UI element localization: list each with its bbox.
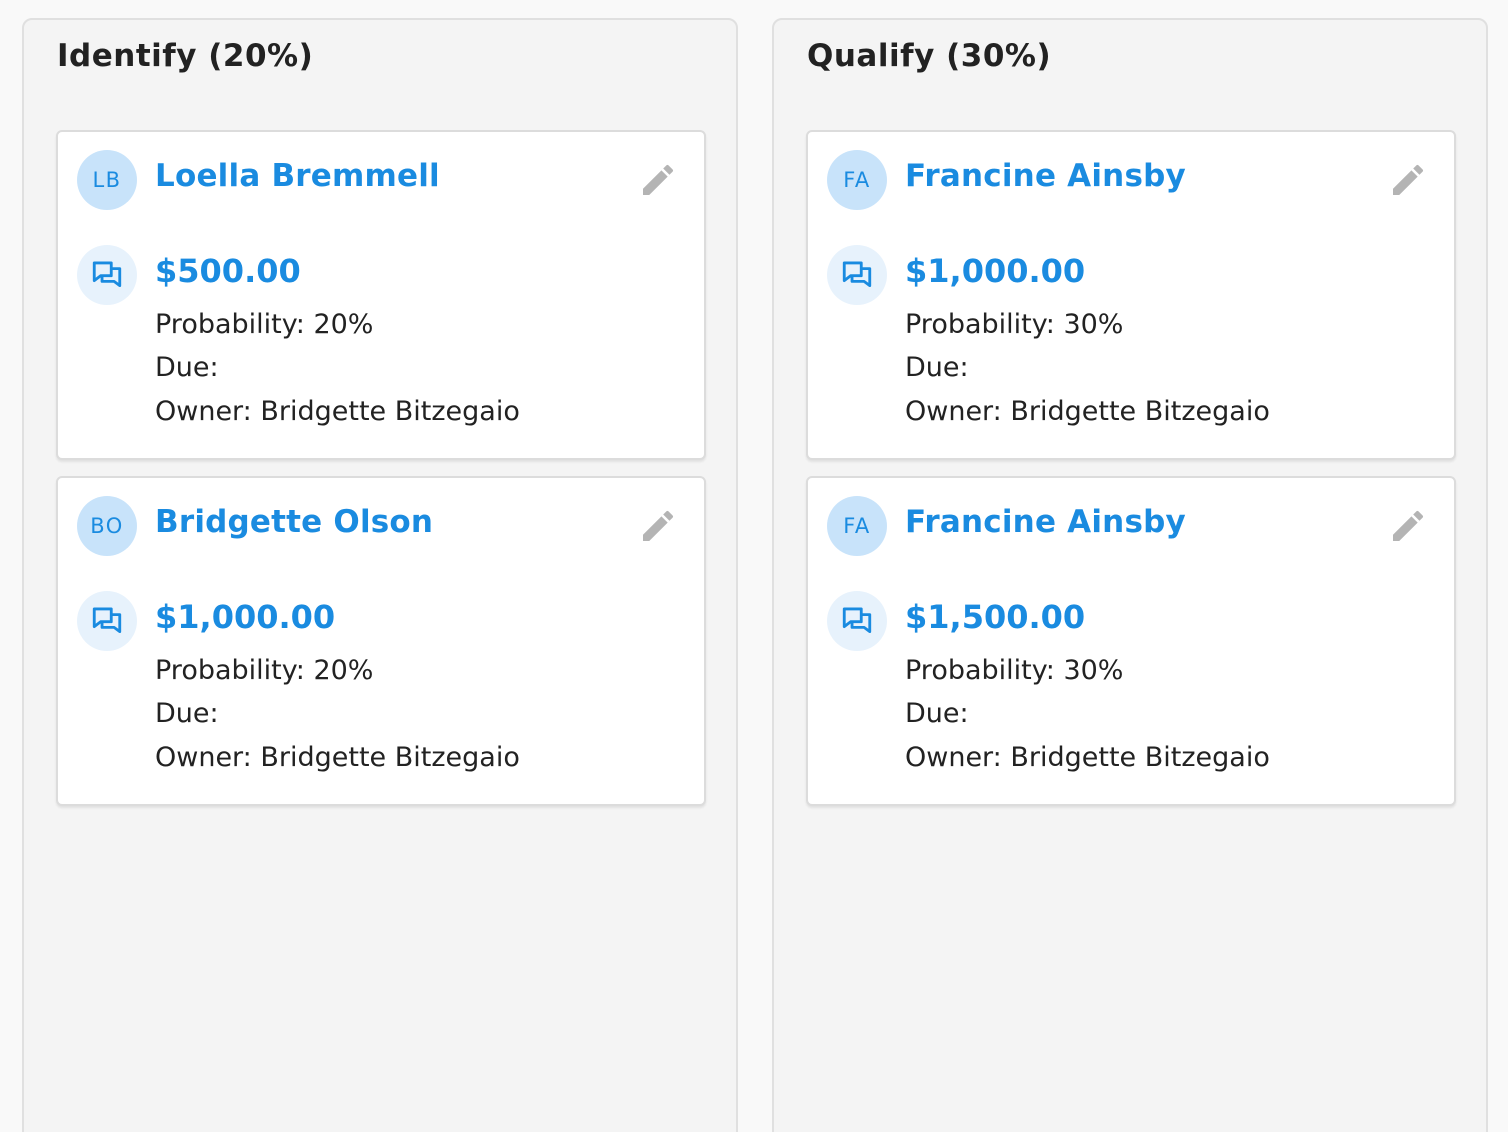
due-text: Due:: [905, 698, 969, 729]
edit-button[interactable]: [1386, 504, 1430, 548]
opportunity-card[interactable]: BO Bridgette Olson $1,000.00 Probability…: [56, 476, 706, 806]
opportunity-amount: $1,500.00: [905, 598, 1086, 636]
pencil-icon: [643, 164, 674, 195]
contact-name-link[interactable]: Francine Ainsby: [905, 504, 1186, 540]
probability-text: Probability: 30%: [905, 309, 1124, 340]
probability-text: Probability: 20%: [155, 655, 374, 686]
due-text: Due:: [905, 352, 969, 383]
opportunity-amount: $500.00: [155, 252, 301, 290]
owner-text: Owner: Bridgette Bitzegaio: [905, 742, 1270, 773]
chat-bubbles-icon: [827, 591, 887, 651]
column-title: Identify (20%): [57, 38, 314, 74]
contact-name-link[interactable]: Loella Bremmell: [155, 158, 440, 194]
pencil-icon: [1393, 164, 1424, 195]
probability-text: Probability: 30%: [905, 655, 1124, 686]
due-text: Due:: [155, 352, 219, 383]
pencil-icon: [1393, 510, 1424, 541]
edit-button[interactable]: [636, 504, 680, 548]
pencil-icon: [643, 510, 674, 541]
avatar: LB: [77, 150, 137, 210]
edit-button[interactable]: [636, 158, 680, 202]
column-title: Qualify (30%): [807, 38, 1052, 74]
pipeline-column-qualify: Qualify (30%) FA Francine Ainsby $1,000.…: [772, 18, 1488, 1132]
owner-text: Owner: Bridgette Bitzegaio: [905, 396, 1270, 427]
opportunity-card[interactable]: FA Francine Ainsby $1,500.00 Probability…: [806, 476, 1456, 806]
contact-name-link[interactable]: Francine Ainsby: [905, 158, 1186, 194]
contact-name-link[interactable]: Bridgette Olson: [155, 504, 433, 540]
chat-bubbles-icon: [77, 591, 137, 651]
opportunity-amount: $1,000.00: [905, 252, 1086, 290]
opportunity-card[interactable]: FA Francine Ainsby $1,000.00 Probability…: [806, 130, 1456, 460]
edit-button[interactable]: [1386, 158, 1430, 202]
owner-text: Owner: Bridgette Bitzegaio: [155, 742, 520, 773]
avatar: BO: [77, 496, 137, 556]
avatar: FA: [827, 496, 887, 556]
due-text: Due:: [155, 698, 219, 729]
opportunity-amount: $1,000.00: [155, 598, 336, 636]
probability-text: Probability: 20%: [155, 309, 374, 340]
chat-bubbles-icon: [827, 245, 887, 305]
avatar: FA: [827, 150, 887, 210]
owner-text: Owner: Bridgette Bitzegaio: [155, 396, 520, 427]
pipeline-column-identify: Identify (20%) LB Loella Bremmell $500.0…: [22, 18, 738, 1132]
opportunity-card[interactable]: LB Loella Bremmell $500.00 Probability: …: [56, 130, 706, 460]
chat-bubbles-icon: [77, 245, 137, 305]
pipeline-board: Identify (20%) LB Loella Bremmell $500.0…: [0, 0, 1508, 1132]
